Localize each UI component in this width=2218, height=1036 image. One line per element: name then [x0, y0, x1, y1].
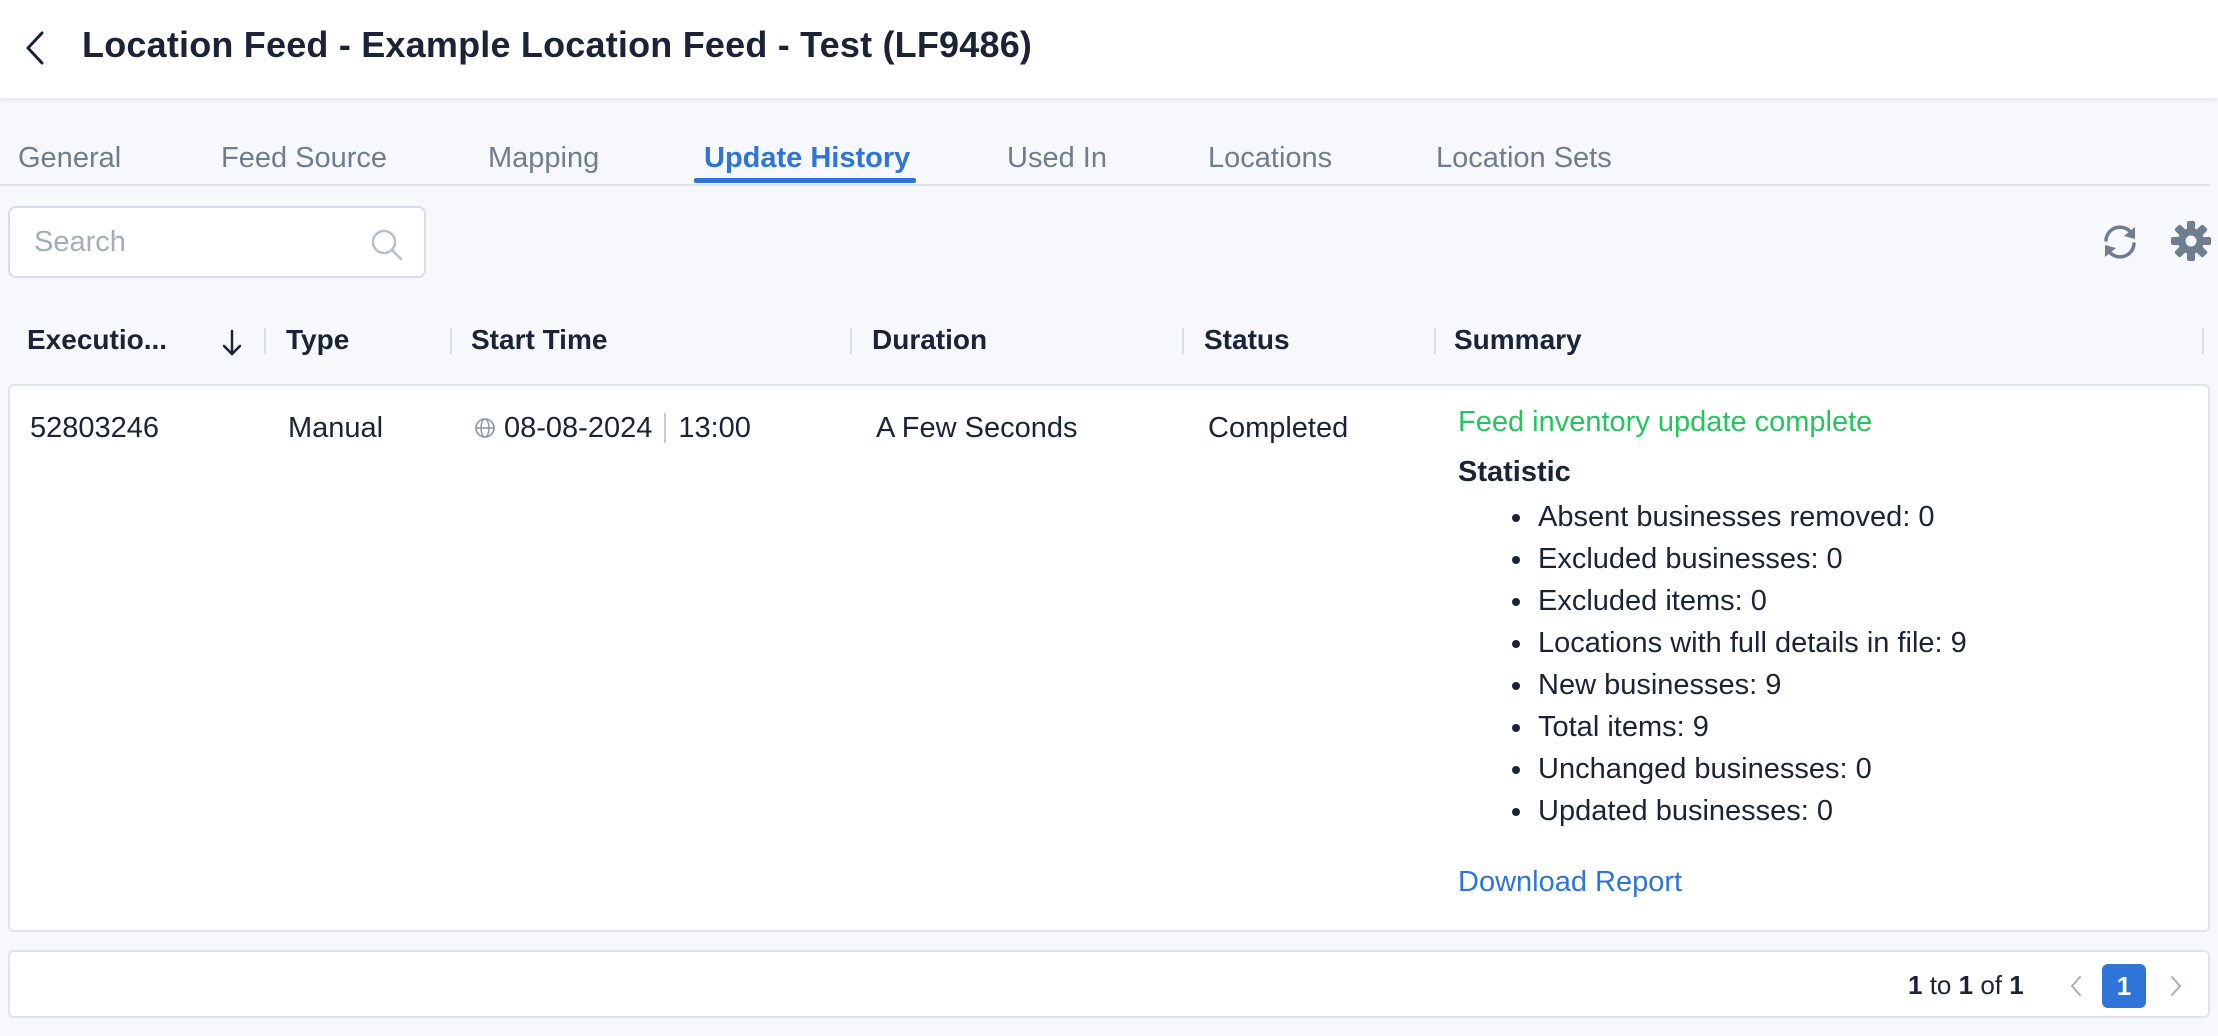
arrow-down-icon[interactable]	[220, 328, 244, 358]
status: Completed	[1208, 412, 1349, 444]
date-time-divider	[664, 413, 667, 443]
column-separator[interactable]	[850, 328, 852, 354]
download-report-link[interactable]: Download Report	[1458, 866, 1682, 899]
page-number-button[interactable]: 1	[2102, 964, 2146, 1008]
column-separator[interactable]	[1182, 328, 1184, 354]
globe-icon	[475, 418, 495, 438]
execution-type: Manual	[288, 412, 384, 444]
execution-id: 52803246	[30, 412, 160, 444]
statistic-item: New businesses: 9	[1458, 664, 1967, 706]
column-header-execution[interactable]: Executio...	[27, 324, 167, 356]
statistic-item: Updated businesses: 0	[1458, 790, 1967, 832]
chevron-left-icon	[26, 31, 44, 65]
column-separator[interactable]	[450, 328, 452, 354]
page-range-of-word: of	[1980, 970, 2003, 1000]
tab-mapping[interactable]: Mapping	[488, 142, 599, 186]
page-range-total: 1	[2009, 970, 2024, 1000]
tab-feed-source[interactable]: Feed Source	[221, 142, 387, 186]
pagination-bar: 1 to 1 of 1 1	[8, 950, 2210, 1018]
statistic-item: Unchanged businesses: 0	[1458, 748, 1967, 790]
page-title: Location Feed - Example Location Feed - …	[82, 24, 1033, 65]
tab-locations[interactable]: Locations	[1208, 142, 1332, 186]
active-tab-indicator	[694, 178, 916, 183]
gear-icon[interactable]	[2169, 219, 2213, 263]
statistic-item: Total items: 9	[1458, 706, 1967, 748]
page-range-to-word: to	[1929, 970, 1952, 1000]
summary-message: Feed inventory update complete	[1458, 406, 1873, 438]
start-time: 13:00	[678, 412, 751, 444]
refresh-icon[interactable]	[2098, 220, 2142, 264]
tab-bar: General Feed Source Mapping Update Histo…	[0, 138, 2210, 186]
tab-general[interactable]: General	[18, 142, 121, 186]
back-button[interactable]	[20, 28, 50, 68]
column-header-type[interactable]: Type	[286, 324, 349, 356]
column-header-duration[interactable]: Duration	[872, 324, 987, 356]
column-separator[interactable]	[2202, 328, 2204, 354]
column-header-status[interactable]: Status	[1204, 324, 1290, 356]
statistic-item: Absent businesses removed: 0	[1458, 496, 1967, 538]
table-row: 52803246 Manual 08-08-2024 13:00 A Few Se…	[8, 384, 2210, 932]
start-date: 08-08-2024	[504, 412, 653, 444]
column-separator[interactable]	[264, 328, 266, 354]
duration: A Few Seconds	[876, 412, 1078, 444]
statistic-title: Statistic	[1458, 456, 1571, 488]
pagination-summary: 1 to 1 of 1	[1908, 970, 2024, 1001]
statistic-item: Excluded businesses: 0	[1458, 538, 1967, 580]
chevron-right-icon	[2171, 976, 2181, 996]
previous-page-button[interactable]	[2056, 964, 2096, 1008]
statistic-item: Locations with full details in file: 9	[1458, 622, 1967, 664]
search-input[interactable]	[34, 222, 354, 262]
page-header: Location Feed - Example Location Feed - …	[0, 0, 2218, 98]
page-range-to: 1	[1958, 970, 1974, 1000]
chevron-left-icon	[2071, 976, 2081, 996]
column-header-start-time[interactable]: Start Time	[471, 324, 607, 356]
start-time-cell: 08-08-2024 13:00	[474, 412, 751, 445]
statistic-list: Absent businesses removed: 0 Excluded bu…	[1458, 496, 1967, 832]
search-box	[8, 206, 426, 278]
column-header-summary[interactable]: Summary	[1454, 324, 1582, 356]
statistic-item: Excluded items: 0	[1458, 580, 1967, 622]
page-range-from: 1	[1908, 970, 1923, 1000]
search-icon[interactable]	[370, 228, 404, 262]
tab-used-in[interactable]: Used In	[1007, 142, 1107, 186]
next-page-button[interactable]	[2156, 964, 2196, 1008]
column-separator[interactable]	[1434, 328, 1436, 354]
tab-location-sets[interactable]: Location Sets	[1436, 142, 1612, 186]
